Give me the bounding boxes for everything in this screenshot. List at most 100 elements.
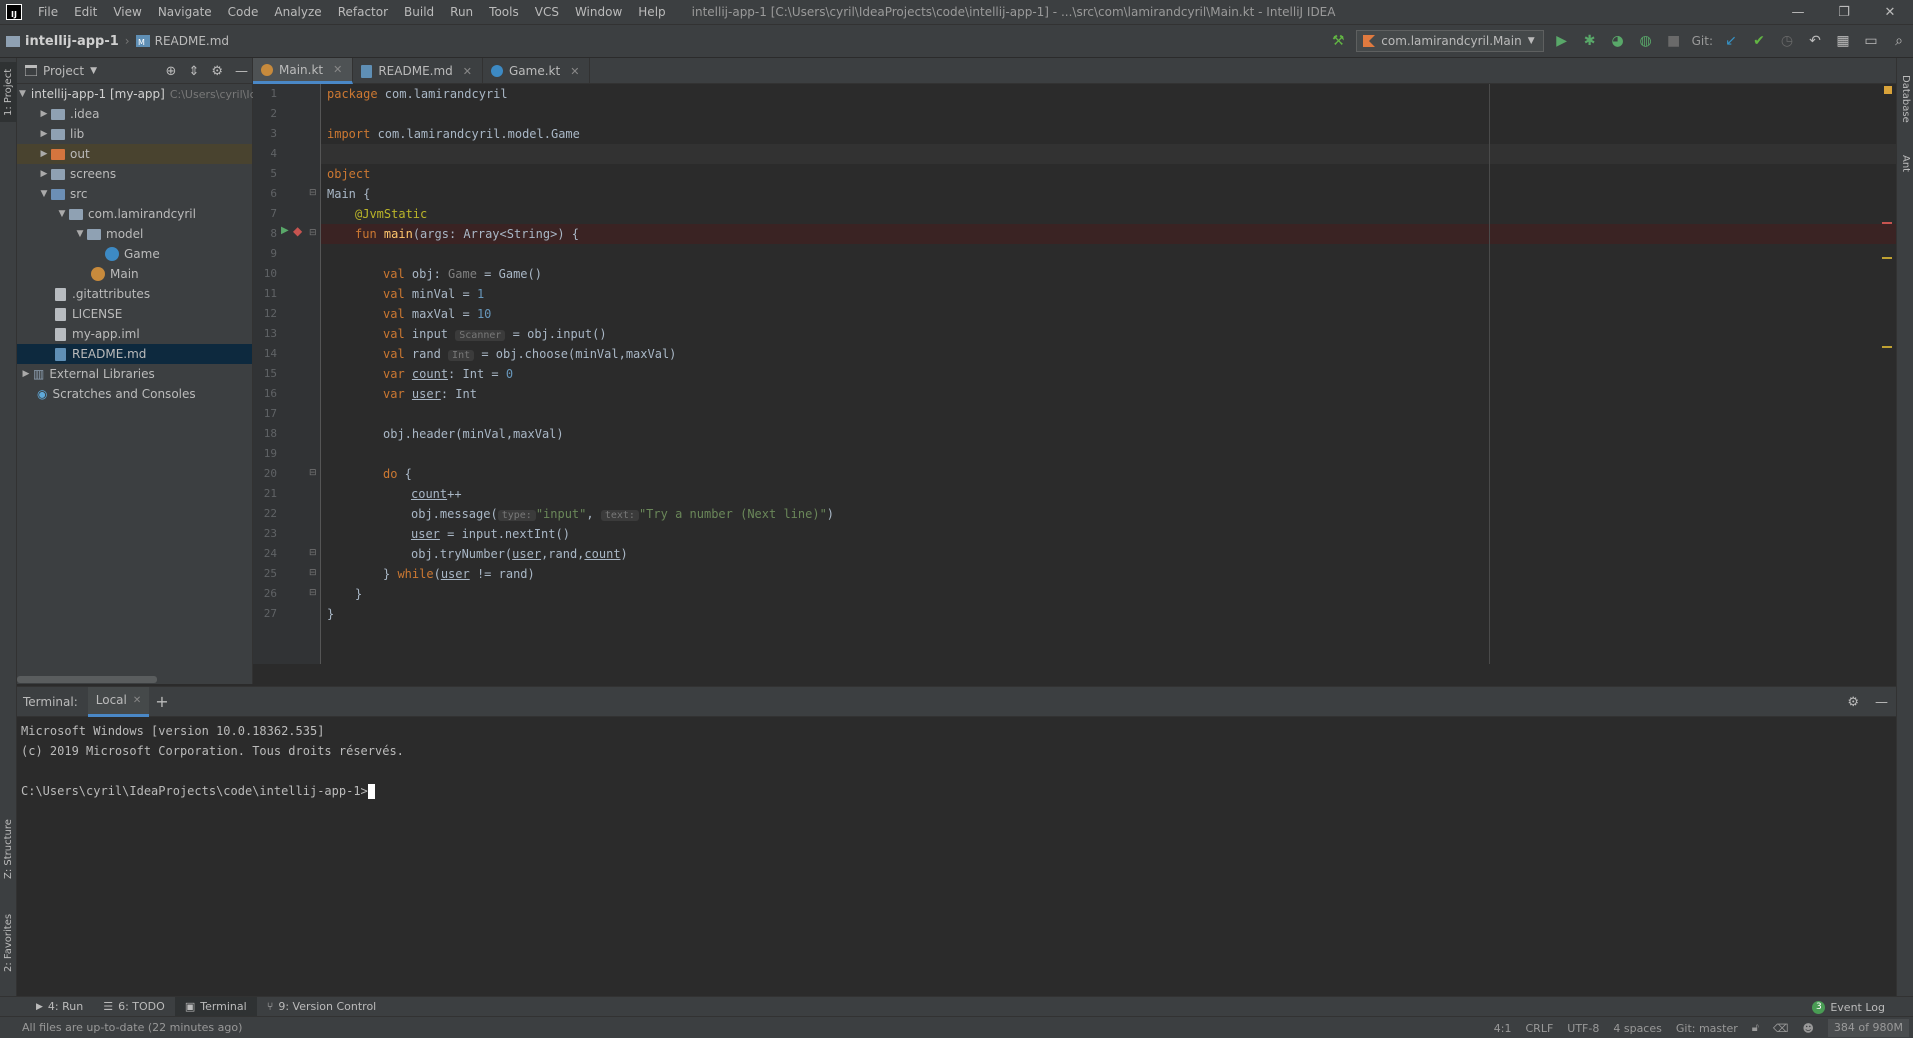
editor-gutter[interactable]: 1 2 3 4 5 6 7 8 9 10 11 12 13 14 15 16 1… <box>253 84 321 664</box>
breadcrumb-project[interactable]: intellij-app-1 <box>0 34 125 49</box>
terminal-tab-local[interactable]: Local ✕ <box>87 686 150 717</box>
menu-code[interactable]: Code <box>220 0 267 24</box>
tool-window-version-control[interactable]: ⑂ 9: Version Control <box>257 997 387 1017</box>
close-window-button[interactable]: ✕ <box>1867 0 1913 24</box>
tree-item-scratches[interactable]: ◉ Scratches and Consoles <box>17 384 252 404</box>
menu-window[interactable]: Window <box>567 0 630 24</box>
terminal-output[interactable]: Microsoft Windows [version 10.0.18362.53… <box>17 717 1896 805</box>
menu-analyze[interactable]: Analyze <box>266 0 329 24</box>
tool-window-terminal[interactable]: ▣ Terminal <box>174 996 257 1017</box>
horizontal-scrollbar[interactable] <box>17 676 157 683</box>
caret-position[interactable]: 4:1 <box>1494 1022 1512 1035</box>
tree-item-root[interactable]: ▼ intellij-app-1 [my-app] C:\Users\cyril… <box>17 84 256 104</box>
fold-icon[interactable]: ⊟ <box>309 228 317 238</box>
fold-icon[interactable]: ⊟ <box>309 568 317 578</box>
presentation-icon[interactable]: ▭ <box>1861 31 1881 51</box>
tab-readme-md[interactable]: README.md ✕ <box>353 58 483 84</box>
tree-item-idea[interactable]: ▶ .idea <box>17 104 252 124</box>
warning-marker[interactable] <box>1882 346 1892 348</box>
tree-item-out[interactable]: ▶ out <box>17 144 252 164</box>
run-gutter-icon[interactable]: ▶ <box>281 225 289 236</box>
tree-item-license[interactable]: LICENSE <box>17 304 252 324</box>
trash-icon[interactable]: ⌫ <box>1773 1022 1789 1035</box>
tree-item-screens[interactable]: ▶ screens <box>17 164 252 184</box>
restore-button[interactable]: ❐ <box>1821 0 1867 24</box>
fold-icon[interactable]: ⊟ <box>309 588 317 598</box>
collapsed-arrow-icon[interactable]: ▶ <box>37 109 51 119</box>
tool-tab-ant[interactable]: Ant <box>1897 144 1913 184</box>
collapsed-arrow-icon[interactable]: ▶ <box>37 149 51 159</box>
menu-file[interactable]: File <box>30 0 66 24</box>
tree-item-main[interactable]: Main <box>17 264 252 284</box>
menu-edit[interactable]: Edit <box>66 0 105 24</box>
close-tab-icon[interactable]: ✕ <box>463 65 472 78</box>
tab-main-kt[interactable]: Main.kt ✕ <box>253 58 354 84</box>
tree-item-model[interactable]: ▼ model <box>17 224 252 244</box>
hector-icon[interactable]: ☻ <box>1802 1022 1813 1035</box>
tree-item-readme[interactable]: README.md <box>17 344 252 364</box>
menu-help[interactable]: Help <box>630 0 673 24</box>
close-tab-icon[interactable]: ✕ <box>570 65 579 78</box>
hide-panel-icon[interactable]: — <box>1875 695 1888 710</box>
tree-item-gitattributes[interactable]: .gitattributes <box>17 284 252 304</box>
tree-item-src[interactable]: ▼ src <box>17 184 252 204</box>
project-view-select[interactable]: Project ▼ <box>25 64 97 78</box>
expanded-arrow-icon[interactable]: ▼ <box>19 89 26 99</box>
expanded-arrow-icon[interactable]: ▼ <box>73 229 87 239</box>
tree-item-iml[interactable]: my-app.iml <box>17 324 252 344</box>
tree-item-package[interactable]: ▼ com.lamirandcyril <box>17 204 252 224</box>
collapsed-arrow-icon[interactable]: ▶ <box>37 169 51 179</box>
project-structure-icon[interactable]: ▦ <box>1833 31 1853 51</box>
run-icon[interactable]: ▶ <box>1552 31 1572 51</box>
collapse-all-icon[interactable]: ⇕ <box>188 64 199 79</box>
memory-indicator[interactable]: 384 of 980M <box>1827 1019 1909 1037</box>
warning-marker[interactable] <box>1884 86 1892 94</box>
menu-vcs[interactable]: VCS <box>527 0 567 24</box>
line-separator[interactable]: CRLF <box>1526 1022 1554 1035</box>
tree-item-game[interactable]: Game <box>17 244 252 264</box>
code-editor[interactable]: 1 2 3 4 5 6 7 8 9 10 11 12 13 14 15 16 1… <box>253 84 1896 664</box>
error-stripe[interactable] <box>1882 84 1892 664</box>
warning-marker[interactable] <box>1882 257 1892 259</box>
menu-build[interactable]: Build <box>396 0 442 24</box>
stop-icon[interactable]: ■ <box>1664 31 1684 51</box>
coverage-icon[interactable]: ◕ <box>1608 31 1628 51</box>
collapsed-arrow-icon[interactable]: ▶ <box>37 129 51 139</box>
tree-item-external-libraries[interactable]: ▶ ▥ External Libraries <box>17 364 252 384</box>
close-tab-icon[interactable]: ✕ <box>133 695 141 706</box>
build-hammer-icon[interactable]: ⚒ <box>1328 31 1348 51</box>
tool-window-todo[interactable]: ☰ 6: TODO <box>93 997 175 1017</box>
git-rollback-icon[interactable]: ↶ <box>1805 31 1825 51</box>
gear-icon[interactable]: ⚙ <box>1847 695 1859 710</box>
code-area[interactable]: package com.lamirandcyril import com.lam… <box>321 84 1896 664</box>
tool-tab-database[interactable]: Database <box>1897 64 1913 134</box>
minimize-button[interactable]: — <box>1775 0 1821 24</box>
breadcrumb-file[interactable]: M README.md <box>130 34 235 48</box>
tab-game-kt[interactable]: Game.kt ✕ <box>483 58 591 84</box>
git-commit-icon[interactable]: ✔ <box>1749 31 1769 51</box>
menu-tools[interactable]: Tools <box>481 0 527 24</box>
collapsed-arrow-icon[interactable]: ▶ <box>19 369 33 379</box>
new-terminal-icon[interactable]: + <box>155 692 168 711</box>
expanded-arrow-icon[interactable]: ▼ <box>37 189 51 199</box>
file-encoding[interactable]: UTF-8 <box>1567 1022 1599 1035</box>
menu-run[interactable]: Run <box>442 0 481 24</box>
tree-item-lib[interactable]: ▶ lib <box>17 124 252 144</box>
tool-window-run[interactable]: ▶ 4: Run <box>26 997 93 1017</box>
indent-settings[interactable]: 4 spaces <box>1613 1022 1662 1035</box>
gear-icon[interactable]: ⚙ <box>211 64 223 79</box>
tool-tab-project[interactable]: 1: Project <box>0 62 17 122</box>
run-configuration-select[interactable]: com.lamirandcyril.Main ▼ <box>1356 30 1544 52</box>
fold-icon[interactable]: ⊟ <box>309 188 317 198</box>
debug-icon[interactable]: ✱ <box>1580 31 1600 51</box>
menu-navigate[interactable]: Navigate <box>150 0 220 24</box>
menu-view[interactable]: View <box>105 0 149 24</box>
status-message[interactable]: All files are up-to-date (22 minutes ago… <box>22 1021 242 1034</box>
profile-icon[interactable]: ◍ <box>1636 31 1656 51</box>
expanded-arrow-icon[interactable]: ▼ <box>55 209 69 219</box>
git-history-icon[interactable]: ◷ <box>1777 31 1797 51</box>
locate-file-icon[interactable]: ⊕ <box>166 64 177 79</box>
event-log-button[interactable]: 3 Event Log <box>1812 997 1885 1017</box>
lock-icon[interactable]: 🔓︎ <box>1752 1021 1759 1035</box>
tool-tab-favorites[interactable]: 2: Favorites <box>0 908 17 978</box>
